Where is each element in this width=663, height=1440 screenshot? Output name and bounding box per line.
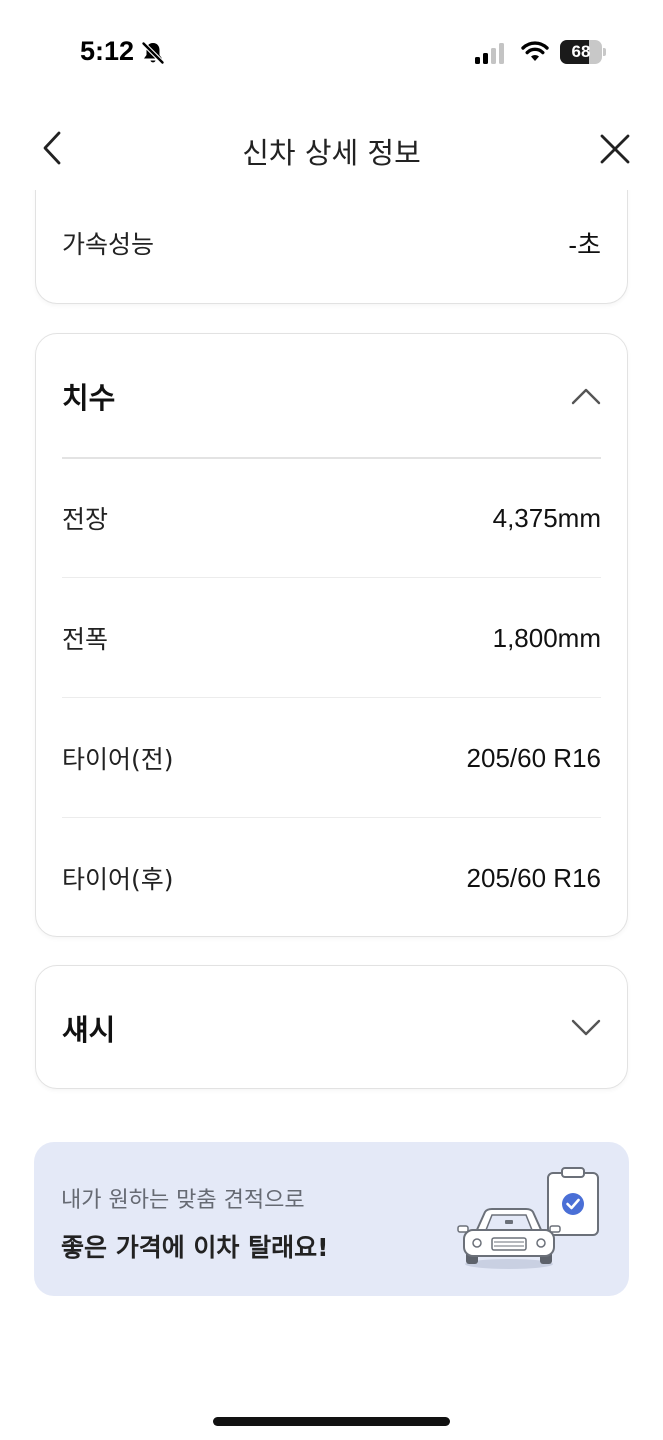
dimensions-section-header[interactable]: 치수: [62, 334, 601, 458]
chassis-card[interactable]: 섀시: [35, 965, 628, 1089]
wifi-icon: [521, 41, 549, 61]
spec-label: 가속성능: [62, 230, 155, 259]
battery-level: 68: [571, 42, 591, 61]
spec-row-acceleration: 가속성능 -초: [62, 183, 601, 303]
battery-icon: 68: [560, 40, 606, 64]
spec-row-length: 전장 4,375mm: [62, 458, 601, 578]
close-button[interactable]: [592, 126, 638, 172]
car-with-clipboard-illustration: [457, 1167, 599, 1269]
spec-value: 205/60 R16: [466, 742, 601, 773]
top-navigation-bar: 신차 상세 정보: [0, 110, 663, 190]
chevron-down-icon[interactable]: [571, 1019, 601, 1037]
spec-label: 타이어(후): [62, 865, 174, 894]
section-title: 섀시: [62, 1013, 116, 1047]
page-title: 신차 상세 정보: [242, 136, 421, 170]
spec-label: 전폭: [62, 625, 109, 654]
section-title: 치수: [62, 381, 116, 415]
promo-subtitle: 내가 원하는 맞춤 견적으로: [61, 1188, 305, 1213]
status-time: 5:12: [80, 36, 135, 66]
chassis-section-header[interactable]: 섀시: [62, 966, 601, 1090]
spec-label: 전장: [62, 505, 109, 534]
cellular-signal-icon: [475, 43, 504, 64]
spec-value: 4,375mm: [492, 502, 601, 533]
chevron-up-icon[interactable]: [571, 387, 601, 405]
dimensions-card: 치수 전장 4,375mm 전폭 1,800mm 타이어(전) 205/60 R…: [35, 333, 628, 937]
spec-row-front-tire: 타이어(전) 205/60 R16: [62, 698, 601, 818]
promo-title: 좋은 가격에 이차 탈래요!: [61, 1233, 329, 1262]
bell-slash-icon: [140, 40, 166, 66]
status-bar: 5:12 68: [0, 0, 663, 100]
close-icon: [600, 134, 630, 164]
performance-card: 가속성능 -초: [35, 170, 628, 304]
spec-value: 205/60 R16: [466, 862, 601, 893]
spec-row-rear-tire: 타이어(후) 205/60 R16: [62, 818, 601, 938]
spec-row-width: 전폭 1,800mm: [62, 578, 601, 698]
spec-label: 타이어(전): [62, 745, 174, 774]
spec-value: 1,800mm: [492, 622, 601, 653]
home-indicator[interactable]: [213, 1417, 450, 1426]
spec-value: -초: [568, 229, 601, 260]
quote-promo-banner[interactable]: 내가 원하는 맞춤 견적으로 좋은 가격에 이차 탈래요!: [34, 1142, 629, 1296]
